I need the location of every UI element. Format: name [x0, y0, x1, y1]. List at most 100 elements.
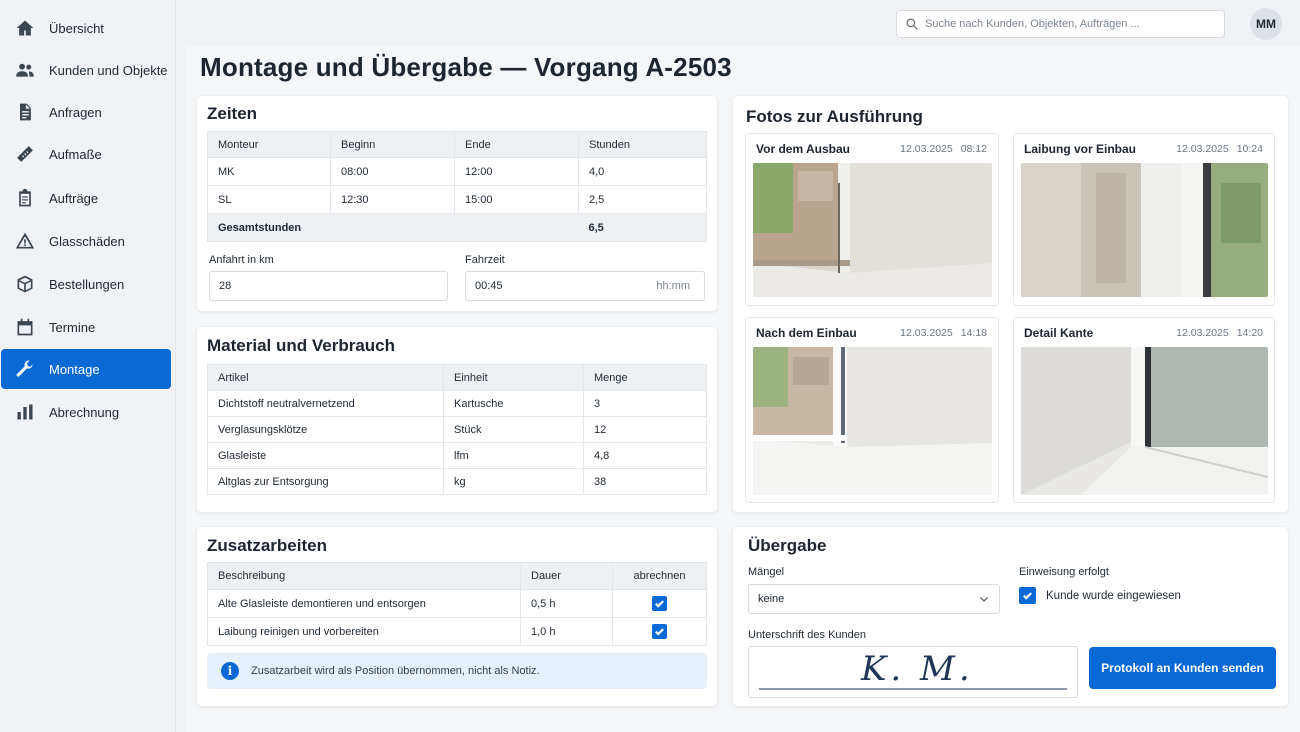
photo-card[interactable]: Nach dem Einbau 12.03.2025 14:18	[745, 317, 999, 503]
bar-chart-icon	[15, 402, 35, 422]
sidebar-item-uebersicht[interactable]: Übersicht	[1, 8, 171, 48]
photo-title: Laibung vor Einbau	[1024, 142, 1137, 156]
sidebar-item-anfragen[interactable]: Anfragen	[1, 92, 171, 132]
column-header: Beginn	[330, 131, 455, 158]
total-row: Gesamtstunden 6,5	[207, 213, 707, 242]
table-row[interactable]: Alte Glasleiste demontieren und entsorge…	[207, 589, 707, 618]
abrechnen-checkbox[interactable]	[652, 623, 667, 639]
einweisung-row[interactable]: Kunde wurde eingewiesen	[1019, 587, 1181, 604]
table-row[interactable]: SL 12:30 15:00 2,5	[207, 185, 707, 214]
ruler-icon	[15, 144, 35, 164]
sidebar-item-auftraege[interactable]: Aufträge	[1, 178, 171, 218]
cell-einheit: lfm	[443, 442, 584, 469]
sidebar-item-montage[interactable]: Montage	[1, 349, 171, 389]
column-header: abrechnen	[612, 562, 707, 590]
column-header: Menge	[583, 364, 707, 391]
photo-image[interactable]	[1021, 347, 1268, 495]
table-row[interactable]: Verglasungsklötze Stück 12	[207, 416, 707, 443]
info-icon: i	[221, 662, 239, 680]
column-header: Einheit	[443, 364, 584, 391]
anfahrt-label: Anfahrt in km	[209, 254, 274, 266]
maengel-label: Mängel	[748, 566, 785, 578]
photo-card[interactable]: Vor dem Ausbau 12.03.2025 08:12	[745, 133, 999, 306]
photo-card[interactable]: Laibung vor Einbau 12.03.2025 10:24	[1013, 133, 1275, 306]
sidebar-item-label: Termine	[49, 319, 96, 335]
signature-pad[interactable]: K. M.	[748, 646, 1078, 698]
cell-beschreibung: Laibung reinigen und vorbereiten	[207, 617, 521, 646]
cell-menge: 4,8	[583, 442, 707, 469]
photo-timestamp: 12.03.2025 14:20	[1176, 327, 1263, 339]
table-row[interactable]: Altglas zur Entsorgung kg 38	[207, 468, 707, 495]
cell-monteur: SL	[207, 185, 331, 214]
cell-artikel: Glasleiste	[207, 442, 444, 469]
table-row[interactable]: Dichtstoff neutralvernetzend Kartusche 3	[207, 390, 707, 417]
photo-image[interactable]	[753, 163, 992, 297]
search-bar[interactable]	[896, 10, 1225, 38]
zeiten-table: Monteur Beginn Ende Stunden MK 08:00 12:…	[207, 131, 707, 242]
cell-artikel: Dichtstoff neutralvernetzend	[207, 390, 444, 417]
home-icon	[15, 18, 35, 38]
avatar[interactable]: MM	[1250, 8, 1282, 40]
sidebar-item-label: Kunden und Objekte	[49, 62, 168, 78]
cell-beginn: 12:30	[330, 185, 455, 214]
total-label: Gesamtstunden	[207, 213, 579, 242]
sidebar-item-termine[interactable]: Termine	[1, 307, 171, 347]
photo-card[interactable]: Detail Kante 12.03.2025 14:20	[1013, 317, 1275, 503]
fahrzeit-input[interactable]: 00:45 hh:mm	[465, 271, 705, 301]
package-icon	[15, 274, 35, 294]
photo-timestamp: 12.03.2025 10:24	[1176, 143, 1263, 155]
zusatzarbeiten-title: Zusatzarbeiten	[207, 536, 327, 555]
cell-einheit: Kartusche	[443, 390, 584, 417]
photo-image[interactable]	[753, 347, 992, 495]
sidebar-item-label: Abrechnung	[49, 404, 120, 420]
sidebar-item-aufmasse[interactable]: Aufmaße	[1, 134, 171, 174]
info-text: Zusatzarbeit wird als Position übernomme…	[251, 665, 540, 677]
photo-timestamp: 12.03.2025 08:12	[900, 143, 987, 155]
cell-stunden: 4,0	[578, 157, 707, 186]
total-value: 6,5	[578, 213, 707, 242]
signature-label: Unterschrift des Kunden	[748, 629, 867, 641]
photo-image[interactable]	[1021, 163, 1268, 297]
zusatzarbeiten-table: Beschreibung Dauer abrechnen Alte Glasle…	[207, 562, 707, 646]
anfahrt-input[interactable]: 28	[209, 271, 448, 301]
send-protocol-button[interactable]: Protokoll an Kunden senden	[1089, 647, 1276, 689]
wrench-icon	[15, 359, 35, 379]
sidebar-item-label: Glasschäden	[49, 233, 125, 249]
sidebar-item-bestellungen[interactable]: Bestellungen	[1, 264, 171, 304]
warning-icon	[15, 231, 35, 251]
page-title: Montage und Übergabe — Vorgang A-2503	[200, 52, 732, 82]
sidebar-item-label: Aufmaße	[49, 146, 102, 162]
cell-stunden: 2,5	[578, 185, 707, 214]
photo-title: Nach dem Einbau	[756, 326, 857, 340]
search-input[interactable]	[925, 18, 1215, 30]
table-row[interactable]: Glasleiste lfm 4,8	[207, 442, 707, 469]
material-table: Artikel Einheit Menge Dichtstoff neutral…	[207, 364, 707, 495]
abrechnen-checkbox[interactable]	[652, 595, 667, 611]
cell-menge: 38	[583, 468, 707, 495]
sidebar-item-kunden[interactable]: Kunden und Objekte	[1, 50, 171, 90]
zeiten-title: Zeiten	[207, 104, 258, 123]
cell-dauer: 1,0 h	[520, 617, 613, 646]
signature-text: K. M.	[861, 649, 974, 689]
sidebar-item-abrechnung[interactable]: Abrechnung	[1, 392, 171, 432]
einweisung-checkbox[interactable]	[1019, 587, 1036, 604]
maengel-select[interactable]: keine	[748, 584, 1000, 614]
photo-title: Detail Kante	[1024, 326, 1094, 340]
maengel-value: keine	[758, 593, 785, 605]
clipboard-icon	[15, 188, 35, 208]
table-row[interactable]: Laibung reinigen und vorbereiten 1,0 h	[207, 617, 707, 646]
sidebar-item-glasschaeden[interactable]: Glasschäden	[1, 221, 171, 261]
column-header: Stunden	[578, 131, 707, 158]
document-icon	[15, 102, 35, 122]
column-header: Artikel	[207, 364, 444, 391]
chevron-down-icon	[980, 597, 988, 602]
people-icon	[15, 60, 35, 80]
fahrzeit-value: 00:45	[475, 280, 503, 292]
cell-artikel: Verglasungsklötze	[207, 416, 444, 443]
cell-beginn: 08:00	[330, 157, 455, 186]
cell-monteur: MK	[207, 157, 331, 186]
cell-ende: 12:00	[454, 157, 579, 186]
table-row[interactable]: MK 08:00 12:00 4,0	[207, 157, 707, 186]
check-icon	[1023, 592, 1032, 600]
photo-timestamp: 12.03.2025 14:18	[900, 327, 987, 339]
